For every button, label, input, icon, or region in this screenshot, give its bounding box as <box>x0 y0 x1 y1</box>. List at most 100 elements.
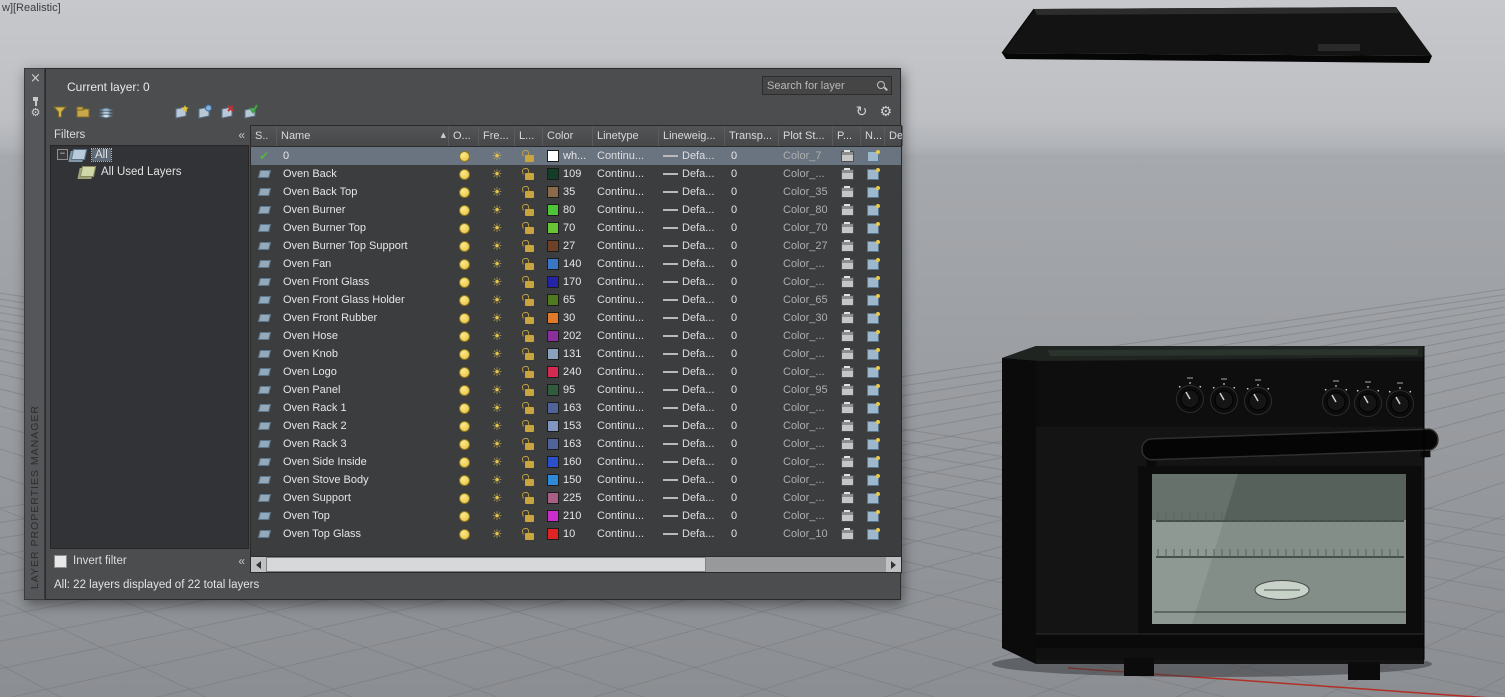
layer-linetype[interactable]: Continu... <box>593 237 659 255</box>
layer-row[interactable]: Oven Rack 1 ☀ 163 Continu... Defa... 0 C… <box>251 399 901 417</box>
layer-new-vp-freeze-toggle[interactable] <box>861 471 885 489</box>
search-icon[interactable] <box>876 80 888 92</box>
layer-on-toggle[interactable] <box>449 147 479 165</box>
layer-color-cell[interactable]: 163 <box>543 399 593 417</box>
layer-row[interactable]: Oven Fan ☀ 140 Continu... Defa... 0 Colo… <box>251 255 901 273</box>
layer-description[interactable] <box>885 201 901 219</box>
layer-plot-toggle[interactable] <box>833 255 861 273</box>
layer-on-toggle[interactable] <box>449 525 479 543</box>
layer-transparency[interactable]: 0 <box>725 363 779 381</box>
viewport-3d[interactable]: w][Realistic] × ⚙ LAYER PROPERTIES MANAG… <box>0 0 1505 697</box>
layer-transparency[interactable]: 0 <box>725 327 779 345</box>
layer-transparency[interactable]: 0 <box>725 399 779 417</box>
layer-on-toggle[interactable] <box>449 381 479 399</box>
horizontal-scrollbar[interactable] <box>251 556 901 572</box>
layer-transparency[interactable]: 0 <box>725 471 779 489</box>
layer-linetype[interactable]: Continu... <box>593 345 659 363</box>
layer-lineweight[interactable]: Defa... <box>659 183 725 201</box>
layer-freeze-toggle[interactable]: ☀ <box>479 525 515 543</box>
layer-lineweight[interactable]: Defa... <box>659 165 725 183</box>
layer-transparency[interactable]: 0 <box>725 381 779 399</box>
layer-row[interactable]: ✔ 0 ☀ wh... Continu... Defa... 0 Color_7 <box>251 147 901 165</box>
layer-lock-toggle[interactable] <box>515 507 543 525</box>
layer-linetype[interactable]: Continu... <box>593 219 659 237</box>
layer-new-vp-freeze-toggle[interactable] <box>861 399 885 417</box>
delete-layer-button[interactable] <box>218 104 236 120</box>
layer-new-vp-freeze-toggle[interactable] <box>861 525 885 543</box>
layer-color-cell[interactable]: 109 <box>543 165 593 183</box>
scroll-right-button[interactable] <box>886 557 901 572</box>
layer-transparency[interactable]: 0 <box>725 273 779 291</box>
layer-description[interactable] <box>885 255 901 273</box>
layer-freeze-toggle[interactable]: ☀ <box>479 381 515 399</box>
layer-lineweight[interactable]: Defa... <box>659 255 725 273</box>
layer-on-toggle[interactable] <box>449 273 479 291</box>
layer-freeze-toggle[interactable]: ☀ <box>479 183 515 201</box>
layer-freeze-toggle[interactable]: ☀ <box>479 453 515 471</box>
layer-lineweight[interactable]: Defa... <box>659 291 725 309</box>
layer-name[interactable]: Oven Knob <box>277 345 449 363</box>
layer-lock-toggle[interactable] <box>515 525 543 543</box>
layer-lock-toggle[interactable] <box>515 255 543 273</box>
layer-color-cell[interactable]: 65 <box>543 291 593 309</box>
layer-color-cell[interactable]: 131 <box>543 345 593 363</box>
column-header-status[interactable]: S.. <box>251 126 277 146</box>
layer-linetype[interactable]: Continu... <box>593 273 659 291</box>
layer-new-vp-freeze-toggle[interactable] <box>861 183 885 201</box>
layer-new-vp-freeze-toggle[interactable] <box>861 309 885 327</box>
scroll-left-button[interactable] <box>251 557 266 572</box>
oven-model[interactable] <box>992 346 1439 680</box>
layer-new-vp-freeze-toggle[interactable] <box>861 345 885 363</box>
layer-color-cell[interactable]: 153 <box>543 417 593 435</box>
layer-states-manager-button[interactable] <box>97 104 115 120</box>
layer-transparency[interactable]: 0 <box>725 435 779 453</box>
layer-color-cell[interactable]: wh... <box>543 147 593 165</box>
layer-plot-toggle[interactable] <box>833 489 861 507</box>
column-header-lineweight[interactable]: Lineweig... <box>659 126 725 146</box>
layer-color-cell[interactable]: 70 <box>543 219 593 237</box>
layer-lineweight[interactable]: Defa... <box>659 237 725 255</box>
layer-plot-toggle[interactable] <box>833 291 861 309</box>
column-header-lock[interactable]: L... <box>515 126 543 146</box>
layer-lock-toggle[interactable] <box>515 345 543 363</box>
layer-transparency[interactable]: 0 <box>725 219 779 237</box>
layer-linetype[interactable]: Continu... <box>593 417 659 435</box>
close-icon[interactable]: × <box>25 71 46 86</box>
layer-freeze-toggle[interactable]: ☀ <box>479 489 515 507</box>
layer-plot-toggle[interactable] <box>833 417 861 435</box>
layer-on-toggle[interactable] <box>449 345 479 363</box>
layer-on-toggle[interactable] <box>449 255 479 273</box>
layer-name[interactable]: 0 <box>277 147 449 165</box>
layer-transparency[interactable]: 0 <box>725 345 779 363</box>
layer-plot-toggle[interactable] <box>833 435 861 453</box>
layer-description[interactable] <box>885 399 901 417</box>
layer-row[interactable]: Oven Hose ☀ 202 Continu... Defa... 0 Col… <box>251 327 901 345</box>
layer-freeze-toggle[interactable]: ☀ <box>479 201 515 219</box>
layer-new-vp-freeze-toggle[interactable] <box>861 489 885 507</box>
layer-color-cell[interactable]: 210 <box>543 507 593 525</box>
layer-row[interactable]: Oven Side Inside ☀ 160 Continu... Defa..… <box>251 453 901 471</box>
layer-linetype[interactable]: Continu... <box>593 183 659 201</box>
layer-lock-toggle[interactable] <box>515 489 543 507</box>
layer-description[interactable] <box>885 345 901 363</box>
new-layer-vp-frozen-button[interactable] <box>195 104 213 120</box>
layer-new-vp-freeze-toggle[interactable] <box>861 507 885 525</box>
column-header-plot[interactable]: P... <box>833 126 861 146</box>
layer-row[interactable]: Oven Panel ☀ 95 Continu... Defa... 0 Col… <box>251 381 901 399</box>
layer-lock-toggle[interactable] <box>515 165 543 183</box>
layer-lineweight[interactable]: Defa... <box>659 417 725 435</box>
layer-lock-toggle[interactable] <box>515 453 543 471</box>
column-header-new-vp-freeze[interactable]: N... <box>861 126 885 146</box>
scrollbar-thumb[interactable] <box>266 557 706 572</box>
layer-row[interactable]: Oven Burner Top Support ☀ 27 Continu... … <box>251 237 901 255</box>
layer-plot-toggle[interactable] <box>833 237 861 255</box>
layer-row[interactable]: Oven Burner Top ☀ 70 Continu... Defa... … <box>251 219 901 237</box>
layer-on-toggle[interactable] <box>449 309 479 327</box>
layer-description[interactable] <box>885 219 901 237</box>
layer-lineweight[interactable]: Defa... <box>659 219 725 237</box>
layer-name[interactable]: Oven Front Glass Holder <box>277 291 449 309</box>
layer-name[interactable]: Oven Support <box>277 489 449 507</box>
layer-lock-toggle[interactable] <box>515 327 543 345</box>
layer-new-vp-freeze-toggle[interactable] <box>861 363 885 381</box>
layer-on-toggle[interactable] <box>449 219 479 237</box>
